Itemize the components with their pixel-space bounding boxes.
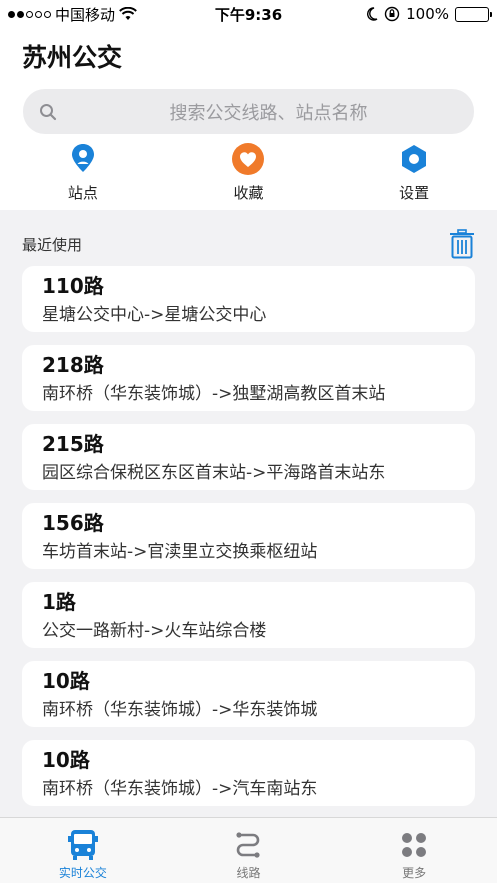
route-name: 10路	[42, 748, 90, 772]
signal-icon	[8, 10, 51, 18]
list-item[interactable]: 10路 南环桥（华东装饰城）->华东装饰城	[22, 661, 475, 727]
battery-percent: 100%	[406, 5, 449, 23]
bus-icon	[67, 830, 98, 860]
tab-routes[interactable]: 线路	[178, 818, 318, 881]
list-item[interactable]: 1路 公交一路新村->火车站综合楼	[22, 582, 475, 648]
quick-action-label: 设置	[399, 184, 430, 202]
tab-bar: 实时公交 线路 更多	[0, 817, 497, 883]
route-name: 156路	[42, 511, 104, 535]
page-title: 苏州公交	[22, 43, 123, 72]
heart-icon	[232, 143, 265, 175]
status-time: 下午9:36	[214, 5, 283, 24]
trash-icon[interactable]	[449, 229, 475, 259]
status-right: 100%	[366, 5, 492, 23]
route-direction: 星塘公交中心->星塘公交中心	[42, 305, 267, 325]
route-icon	[236, 832, 261, 858]
search-placeholder: 搜索公交线路、站点名称	[169, 102, 368, 124]
status-bar: 中国移动 下午9:36 100%	[0, 0, 497, 28]
quick-actions: 站点 收藏 设置	[0, 134, 497, 210]
search-input[interactable]: 搜索公交线路、站点名称	[23, 89, 474, 134]
recent-title: 最近使用	[22, 235, 83, 254]
battery-icon	[455, 6, 492, 22]
location-pin-icon	[71, 144, 94, 172]
quick-action-stations[interactable]: 站点	[23, 142, 143, 204]
moon-icon	[367, 7, 378, 21]
route-name: 218路	[42, 353, 104, 377]
gear-icon	[402, 145, 427, 173]
tab-more[interactable]: 更多	[344, 818, 484, 881]
list-item[interactable]: 110路 星塘公交中心->星塘公交中心	[22, 266, 475, 332]
status-left: 中国移动	[8, 4, 137, 25]
orientation-lock-icon	[384, 6, 400, 22]
list-item[interactable]: 156路 车坊首末站->官渎里立交换乘枢纽站	[22, 503, 475, 569]
route-direction: 公交一路新村->火车站综合楼	[42, 621, 267, 641]
tab-label: 更多	[402, 866, 427, 880]
route-direction: 车坊首末站->官渎里立交换乘枢纽站	[42, 542, 318, 562]
route-direction: 园区综合保税区东区首末站->平海路首末站东	[42, 463, 386, 483]
recent-list: 110路 星塘公交中心->星塘公交中心 218路 南环桥（华东装饰城）->独墅湖…	[0, 266, 497, 806]
quick-action-label: 收藏	[233, 184, 264, 202]
grid-icon	[402, 833, 427, 857]
route-name: 110路	[42, 274, 104, 298]
tab-label: 线路	[236, 866, 261, 880]
list-item[interactable]: 215路 园区综合保税区东区首末站->平海路首末站东	[22, 424, 475, 490]
tab-label: 实时公交	[58, 866, 107, 880]
route-name: 215路	[42, 432, 104, 456]
list-item[interactable]: 10路 南环桥（华东装饰城）->汽车南站东	[22, 740, 475, 806]
quick-action-favorites[interactable]: 收藏	[188, 142, 308, 204]
route-direction: 南环桥（华东装饰城）->独墅湖高教区首末站	[42, 384, 386, 404]
tab-realtime-bus[interactable]: 实时公交	[13, 818, 153, 881]
wifi-icon	[119, 7, 137, 20]
route-name: 10路	[42, 669, 90, 693]
carrier-label: 中国移动	[55, 5, 116, 24]
recent-header: 最近使用	[0, 210, 497, 266]
route-direction: 南环桥（华东装饰城）->华东装饰城	[42, 700, 318, 720]
route-direction: 南环桥（华东装饰城）->汽车南站东	[42, 779, 318, 799]
route-name: 1路	[42, 590, 76, 614]
quick-action-label: 站点	[67, 184, 98, 202]
list-item[interactable]: 218路 南环桥（华东装饰城）->独墅湖高教区首末站	[22, 345, 475, 411]
quick-action-settings[interactable]: 设置	[354, 142, 474, 204]
header-area: 中国移动 下午9:36 100% 苏州公交 搜索公交线路、站点名称 站点 收藏 …	[0, 0, 497, 210]
